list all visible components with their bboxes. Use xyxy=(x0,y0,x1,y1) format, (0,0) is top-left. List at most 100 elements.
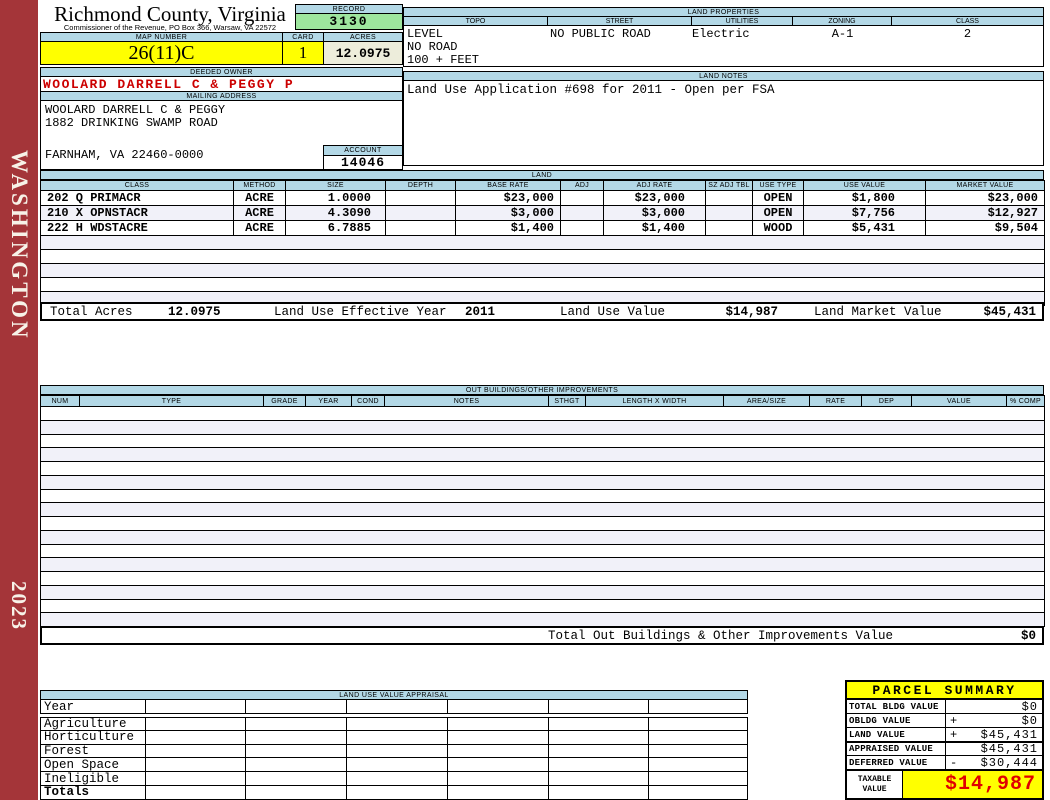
county-subtitle: Commissioner of the Revenue, PO Box 366,… xyxy=(63,23,277,32)
empty-cell xyxy=(40,516,1045,531)
empty-cell xyxy=(40,474,1045,490)
table-row xyxy=(40,612,1045,627)
column-header: GRADE xyxy=(263,395,306,407)
taxable-label-line: TAXABLE xyxy=(857,774,892,784)
appraisal-cell xyxy=(649,731,747,744)
table-cell xyxy=(705,190,753,206)
parcel-summary-value: $45,431 xyxy=(980,727,1038,742)
mailing-line: 1882 DRINKING SWAMP ROAD xyxy=(45,116,218,130)
sidebar: WASHINGTON 2023 xyxy=(0,0,38,800)
column-header: CLASS xyxy=(956,17,979,25)
appraisal-row: Open Space xyxy=(40,758,748,773)
appraisal-cell xyxy=(246,744,348,758)
empty-cell xyxy=(40,461,1045,476)
table-cell: $5,431 xyxy=(803,220,926,236)
parcel-summary-value: $45,431 xyxy=(980,742,1038,756)
sidebar-county-label: WASHINGTON xyxy=(7,150,32,341)
empty-cell xyxy=(40,235,1045,250)
operator: + xyxy=(950,727,959,742)
appraisal-cell xyxy=(549,758,650,772)
column-header: SIZE xyxy=(285,180,386,191)
appraisal-cell xyxy=(549,772,650,785)
appraisal-cell xyxy=(347,772,448,785)
table-row xyxy=(40,419,1045,435)
effective-year-value: 2011 xyxy=(465,304,496,319)
appraisal-cell xyxy=(448,772,549,785)
table-cell xyxy=(560,190,604,206)
parcel-summary-row: APPRAISED VALUE $45,431 xyxy=(847,742,1042,756)
out-buildings-total-value: $0 xyxy=(1020,628,1036,643)
parcel-summary: PARCEL SUMMARY TOTAL BLDG VALUE $0 OBLDG V… xyxy=(845,680,1044,800)
parcel-summary-rows: TOTAL BLDG VALUE $0 OBLDG VALUE + $0 LAND VAL… xyxy=(847,700,1042,770)
empty-cell xyxy=(40,584,1045,600)
zoning-value: A-1 xyxy=(831,27,854,41)
empty-cell xyxy=(40,543,1045,559)
appraisal-cell xyxy=(549,785,650,799)
appraisal-cell xyxy=(347,758,448,772)
column-header: STHGT xyxy=(548,395,586,407)
empty-cell xyxy=(40,502,1045,517)
column-header: ZONING xyxy=(793,17,892,25)
appraisal-cell xyxy=(347,718,448,730)
appraisal-cell xyxy=(246,730,348,744)
empty-cell xyxy=(40,263,1045,278)
column-header: LENGTH X WIDTH xyxy=(585,395,724,407)
table-cell xyxy=(385,220,456,236)
out-buildings-total-label: Total Out Buildings & Other Improvements… xyxy=(548,628,894,643)
appraisal-cell xyxy=(649,772,747,785)
empty-cell xyxy=(40,277,1045,292)
appraisal-cell xyxy=(246,758,348,772)
appraisal-cell xyxy=(347,730,448,744)
table-row xyxy=(40,433,1045,449)
column-header: ADJ xyxy=(560,180,604,191)
table-cell: OPEN xyxy=(752,205,804,221)
appraisal-cell xyxy=(549,700,650,713)
appraisal-row: Agriculture xyxy=(40,717,748,731)
column-header: NUM xyxy=(40,395,80,407)
land-use-appraisal-header: LAND USE VALUE APPRAISAL xyxy=(40,690,748,700)
table-cell: 4.3090 xyxy=(285,205,386,221)
appraisal-cell xyxy=(347,700,448,713)
taxable-label-line: VALUE xyxy=(862,784,887,794)
out-buildings-header: OUT BUILDINGS/OTHER IMPROVEMENTS xyxy=(40,385,1044,395)
empty-cell xyxy=(40,612,1045,627)
column-header: METHOD xyxy=(233,180,286,191)
parcel-summary-title: PARCEL SUMMARY xyxy=(847,682,1042,700)
appraisal-cell xyxy=(146,718,247,730)
record-value: 3130 xyxy=(295,13,403,30)
sidebar-year-label: 2023 xyxy=(7,581,31,631)
card-value: 1 xyxy=(282,41,324,65)
appraisal-row: Year xyxy=(40,700,748,714)
appraisal-cell xyxy=(146,700,247,713)
land-totals-bar: Total Acres 12.0975 Land Use Effective Y… xyxy=(40,302,1044,321)
column-header: MARKET VALUE xyxy=(925,180,1045,191)
land-table: CLASS METHOD SIZE DEPTH BASE RATE ADJ ADJ RATE… xyxy=(40,180,1045,306)
table-row xyxy=(40,235,1045,250)
operator: + xyxy=(950,713,959,728)
land-use-appraisal-table: Year Agriculture Horticulture Forest Open Sp… xyxy=(40,700,748,800)
appraisal-row-label: Year xyxy=(41,700,146,714)
deeded-owner-value: WOOLARD DARRELL C & PEGGY P xyxy=(40,76,403,92)
appraisal-cell xyxy=(246,785,348,799)
table-cell xyxy=(560,205,604,221)
table-cell: $23,000 xyxy=(455,190,561,206)
land-section: LAND CLASS METHOD SIZE DEPTH BASE RATE ADJ ADJ… xyxy=(40,170,1045,306)
appraisal-cell xyxy=(549,730,650,744)
appraisal-row-label: Totals xyxy=(41,785,146,799)
parcel-summary-label: LAND VALUE xyxy=(847,728,946,741)
parcel-summary-label: TOTAL BLDG VALUE xyxy=(847,700,946,713)
table-row xyxy=(40,557,1045,572)
out-buildings-table: NUM TYPE GRADE YEAR COND NOTES STHGT LENGTH X W… xyxy=(40,395,1045,627)
appraisal-cell xyxy=(246,772,348,785)
parcel-summary-value: $0 xyxy=(1021,699,1038,714)
appraisal-row-label: Ineligible xyxy=(41,772,146,786)
column-header: RATE xyxy=(809,395,862,407)
empty-cell xyxy=(40,598,1045,614)
parcel-summary-value-cell: + $45,431 xyxy=(946,727,1042,742)
appraisal-cell xyxy=(649,718,747,730)
empty-cell xyxy=(40,419,1045,435)
parcel-summary-label: APPRAISED VALUE xyxy=(847,743,946,755)
appraisal-cell xyxy=(448,744,549,758)
table-cell: $1,800 xyxy=(803,190,926,206)
appraisal-cell xyxy=(649,758,747,771)
